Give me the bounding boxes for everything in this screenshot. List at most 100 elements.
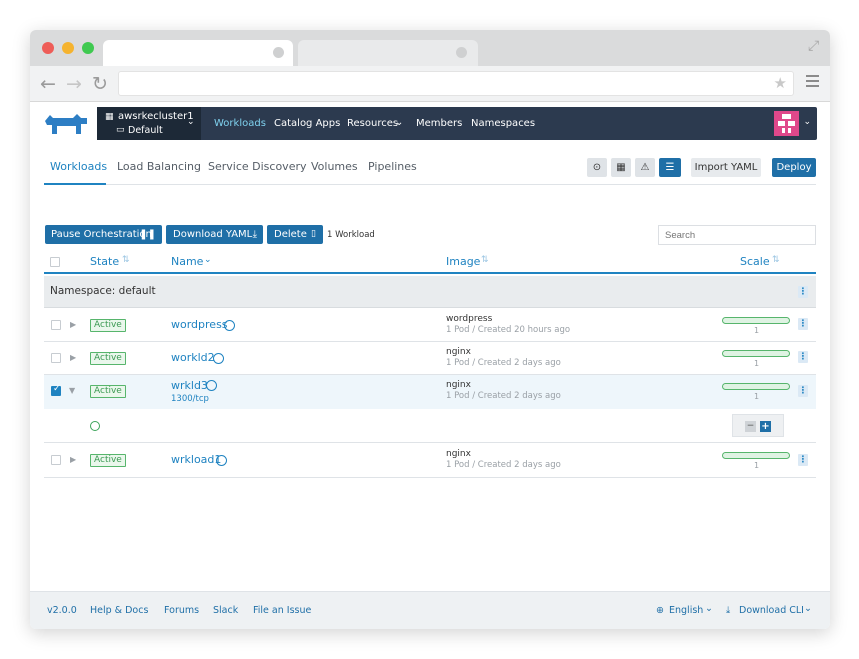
namespace-label: Namespace: default (50, 285, 156, 297)
expand-caret-icon[interactable]: ▶ (70, 320, 76, 329)
minimize-window-button[interactable] (62, 42, 74, 54)
scale-decrement-button[interactable]: − (745, 421, 756, 432)
close-window-button[interactable] (42, 42, 54, 54)
search-input[interactable] (658, 225, 816, 245)
trash-icon: ▯ (311, 229, 316, 239)
column-header-state[interactable]: State (90, 255, 119, 268)
group-by-namespace-icon[interactable]: ☰ (659, 158, 681, 177)
row-checkbox-checked[interactable]: ✓ (51, 384, 61, 396)
workload-icon (216, 455, 227, 466)
footer: v2.0.0 Help & Docs Forums Slack File an … (30, 591, 830, 629)
delete-button[interactable]: Delete ▯ (267, 225, 323, 244)
image-name: nginx (446, 380, 471, 390)
deploy-button[interactable]: Deploy (772, 158, 816, 177)
collapse-caret-icon[interactable]: ▼ (69, 386, 75, 395)
rancher-logo[interactable] (43, 112, 89, 136)
bookmark-star-icon[interactable]: ★ (774, 74, 787, 92)
tab-workloads[interactable]: Workloads (50, 160, 107, 173)
row-checkbox[interactable] (51, 320, 61, 330)
pause-orchestration-label: Pause Orchestration (51, 229, 152, 240)
app-page: ▦ awsrkecluster1 ▭ Default ⌄ Workloads C… (30, 103, 830, 629)
help-docs-link[interactable]: Help & Docs (90, 605, 148, 616)
workload-name-link[interactable]: wordpress (171, 318, 228, 331)
kebab-menu-icon[interactable]: ⋮ (798, 318, 808, 330)
table-row-selected: ✓ ▼ Active wrkld3 1300/tcp nginx 1 Pod /… (44, 375, 816, 409)
language-selector[interactable]: English (669, 605, 703, 616)
tab-load-balancing[interactable]: Load Balancing (117, 160, 201, 173)
close-tab-icon[interactable] (273, 47, 284, 58)
kebab-menu-icon[interactable]: ⋮ (798, 385, 808, 397)
sort-icon: ⇅ (122, 255, 130, 265)
reload-icon[interactable]: ↻ (92, 74, 108, 94)
workload-icon (206, 380, 217, 391)
kebab-menu-icon[interactable]: ⋮ (798, 286, 808, 298)
cluster-name: awsrkecluster1 (118, 111, 194, 122)
tab-service-discovery[interactable]: Service Discovery (208, 160, 307, 173)
expand-caret-icon[interactable]: ▶ (70, 353, 76, 362)
column-header-image[interactable]: Image (446, 255, 480, 268)
fullscreen-icon[interactable]: ⤢ (808, 38, 819, 54)
scale-count: 1 (754, 392, 760, 401)
workload-name-link[interactable]: wrkload1 (171, 453, 221, 466)
browser-menu-icon[interactable] (806, 75, 819, 87)
download-icon: ⤓ (252, 229, 257, 240)
browser-tab-active[interactable] (103, 40, 293, 66)
pause-orchestration-button[interactable]: Pause Orchestration ❚❚ (45, 225, 162, 244)
tab-pipelines[interactable]: Pipelines (368, 160, 417, 173)
status-badge: Active (90, 352, 126, 365)
version-link[interactable]: v2.0.0 (47, 605, 77, 616)
workload-name-link[interactable]: wrkld3 (171, 379, 208, 392)
file-issue-link[interactable]: File an Issue (253, 605, 311, 616)
download-yaml-button[interactable]: Download YAML ⤓ (166, 225, 263, 244)
browser-window: ⤢ ← → ↻ ★ ▦ awsrkecluster1 ▭ Default ⌄ W… (30, 30, 830, 629)
expand-caret-icon[interactable]: ▶ (70, 455, 76, 464)
image-name: nginx (446, 449, 471, 459)
browser-tab[interactable] (298, 40, 478, 66)
scale-stepper: − + (732, 414, 784, 437)
download-cli-link[interactable]: Download CLI (739, 605, 804, 616)
nav-item-resources[interactable]: Resources (347, 118, 398, 129)
group-by-service-icon[interactable]: ⚠ (635, 158, 655, 177)
back-arrow-icon[interactable]: ← (40, 74, 56, 94)
column-header-scale[interactable]: Scale (740, 255, 770, 268)
nav-item-namespaces[interactable]: Namespaces (471, 118, 535, 129)
column-header-name[interactable]: Name (171, 255, 203, 268)
port-link[interactable]: 1300/tcp (171, 394, 209, 404)
sort-icon: ⇅ (481, 255, 489, 265)
identicon-icon (778, 114, 795, 133)
chevron-down-icon: ⌄ (395, 117, 404, 128)
active-tab-indicator (44, 183, 106, 185)
address-bar[interactable]: ★ (118, 71, 794, 96)
select-all-checkbox[interactable] (50, 257, 60, 267)
scale-bar (722, 452, 790, 459)
cluster-switcher[interactable]: ▦ awsrkecluster1 ▭ Default ⌄ (97, 107, 201, 140)
nav-item-catalog-apps[interactable]: Catalog Apps (274, 118, 340, 129)
browser-toolbar: ← → ↻ ★ (30, 66, 830, 102)
chevron-down-icon: ⌄ (804, 603, 812, 614)
maximize-window-button[interactable] (82, 42, 94, 54)
nav-item-workloads[interactable]: Workloads (214, 118, 266, 129)
kebab-menu-icon[interactable]: ⋮ (798, 454, 808, 466)
kebab-menu-icon[interactable]: ⋮ (798, 351, 808, 363)
row-checkbox[interactable] (51, 353, 61, 363)
slack-link[interactable]: Slack (213, 605, 238, 616)
download-icon: ⤓ (726, 605, 731, 616)
scale-increment-button[interactable]: + (760, 421, 771, 432)
import-yaml-button[interactable]: Import YAML (691, 158, 761, 177)
user-menu-chevron-icon[interactable]: ⌄ (803, 117, 811, 127)
workload-name-link[interactable]: workld2 (171, 351, 215, 364)
group-by-none-icon[interactable]: ⊙ (587, 158, 607, 177)
expanded-row-details: − + (44, 409, 816, 443)
project-name: Default (128, 125, 163, 136)
checkmark-icon: ✓ (53, 384, 61, 394)
status-badge: Active (90, 319, 126, 332)
tab-volumes[interactable]: Volumes (311, 160, 358, 173)
user-avatar[interactable] (774, 111, 799, 136)
row-checkbox[interactable] (51, 455, 61, 465)
close-tab-icon[interactable] (456, 47, 467, 58)
nav-item-members[interactable]: Members (416, 118, 462, 129)
forums-link[interactable]: Forums (164, 605, 199, 616)
forward-arrow-icon[interactable]: → (66, 74, 82, 94)
pod-status-icon (90, 421, 100, 431)
group-by-node-icon[interactable]: ▦ (611, 158, 631, 177)
